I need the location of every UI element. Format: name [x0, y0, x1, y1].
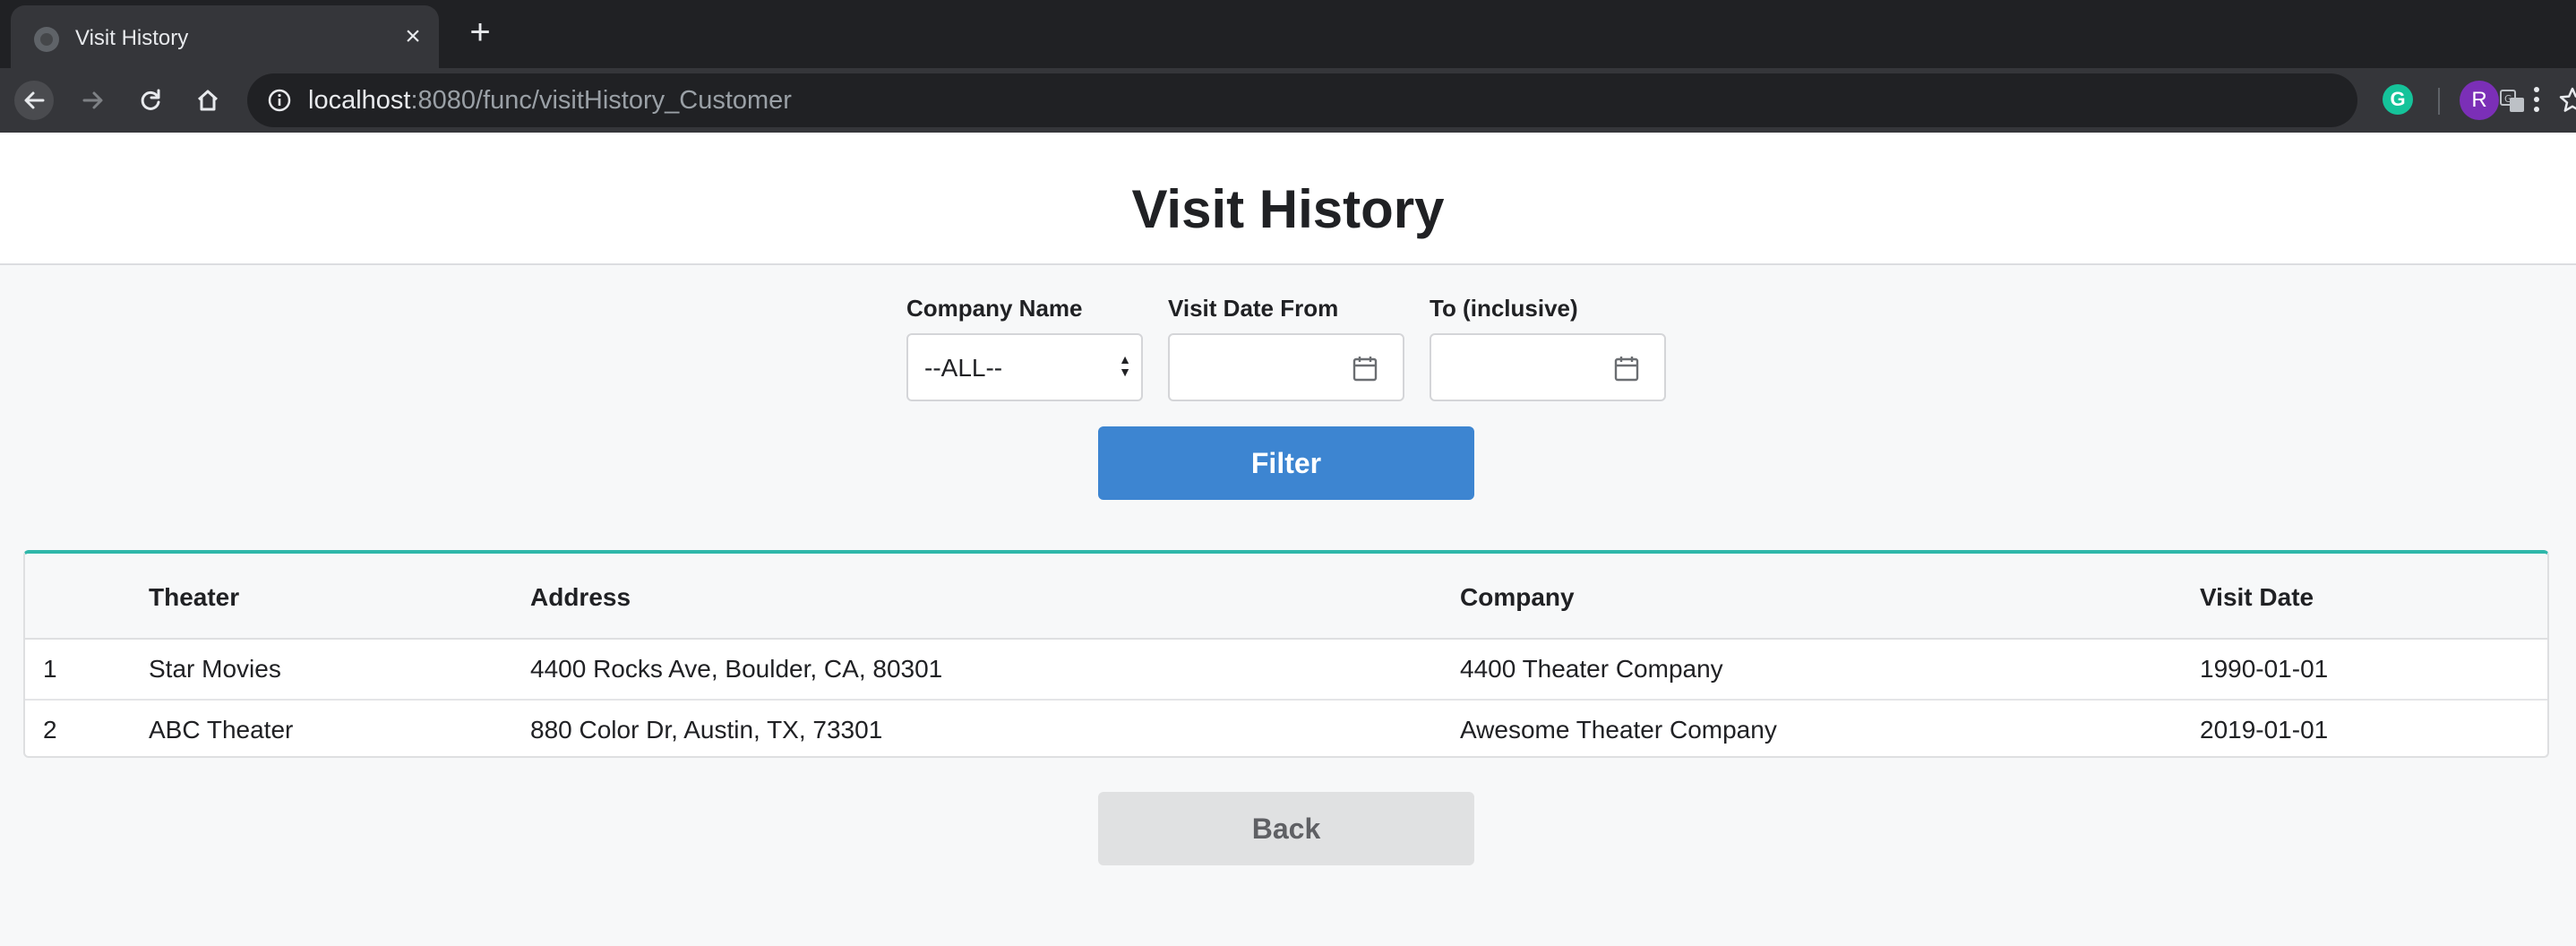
visit-date-from-label: Visit Date From: [1168, 295, 1339, 322]
back-arrow-icon[interactable]: [14, 81, 54, 120]
select-arrows-icon: ▲ ▼: [1119, 352, 1131, 379]
info-icon[interactable]: [267, 88, 292, 113]
address-cell: 4400 Rocks Ave, Boulder, CA, 80301: [530, 655, 943, 683]
theater-cell: Star Movies: [149, 655, 281, 683]
company-name-select[interactable]: --ALL-- ▲ ▼: [906, 333, 1143, 401]
forward-arrow-icon[interactable]: [73, 81, 113, 120]
calendar-icon[interactable]: [1352, 355, 1378, 382]
company-cell: Awesome Theater Company: [1460, 716, 1777, 744]
visit-date-from-input[interactable]: [1168, 333, 1404, 401]
bookmark-star-icon[interactable]: [2558, 86, 2576, 115]
home-icon[interactable]: [188, 81, 228, 120]
reload-icon[interactable]: [131, 81, 170, 120]
page-title: Visit History: [1131, 179, 1445, 239]
translate-icon[interactable]: G: [2499, 88, 2526, 115]
column-header-visit-date[interactable]: Visit Date: [2200, 582, 2314, 613]
theater-cell: ABC Theater: [149, 716, 294, 744]
url-path: :8080/func/visitHistory_Customer: [410, 86, 792, 115]
column-header-company[interactable]: Company: [1460, 582, 1575, 613]
filter-button[interactable]: Filter: [1098, 426, 1474, 500]
visit-date-from-field[interactable]: [1181, 351, 1342, 385]
back-button[interactable]: Back: [1098, 792, 1474, 865]
table-header-row: Theater Address Company Visit Date: [25, 554, 2547, 640]
visit-date-cell: 2019-01-01: [2200, 716, 2329, 744]
visit-date-to-field[interactable]: [1442, 351, 1603, 385]
browser-toolbar: localhost:8080/func/visitHistory_Custome…: [0, 68, 2576, 133]
column-header-address[interactable]: Address: [530, 582, 631, 613]
visit-date-cell: 1990-01-01: [2200, 655, 2329, 683]
page-header: Visit History: [0, 133, 2576, 265]
row-index: 2: [43, 716, 57, 744]
close-tab-icon[interactable]: ×: [399, 23, 426, 50]
company-select-value: --ALL--: [924, 354, 1003, 382]
visit-history-table: Theater Address Company Visit Date 1 Sta…: [23, 550, 2549, 758]
visit-date-to-label: To (inclusive): [1430, 295, 1578, 322]
address-bar[interactable]: localhost:8080/func/visitHistory_Custome…: [247, 73, 2576, 127]
tab-title: Visit History: [75, 26, 189, 50]
visit-date-to-input[interactable]: [1430, 333, 1666, 401]
svg-text:G: G: [2504, 93, 2512, 105]
calendar-icon[interactable]: [1614, 355, 1639, 382]
browser-tab[interactable]: Visit History ×: [11, 5, 439, 68]
column-header-theater[interactable]: Theater: [149, 582, 239, 613]
grammarly-extension-icon[interactable]: G: [2383, 84, 2413, 115]
address-cell: 880 Color Dr, Austin, TX, 73301: [530, 716, 883, 744]
url-host: localhost: [308, 86, 411, 115]
more-menu-icon[interactable]: [2524, 84, 2549, 116]
new-tab-icon[interactable]: +: [464, 14, 496, 50]
table-row[interactable]: 1 Star Movies 4400 Rocks Ave, Boulder, C…: [25, 640, 2547, 701]
globe-icon: [34, 27, 59, 52]
toolbar-divider: [2438, 88, 2440, 115]
company-cell: 4400 Theater Company: [1460, 655, 1723, 683]
browser-tab-strip: Visit History × +: [0, 0, 2576, 68]
url-text[interactable]: localhost:8080/func/visitHistory_Custome…: [308, 86, 792, 115]
table-row[interactable]: 2 ABC Theater 880 Color Dr, Austin, TX, …: [25, 701, 2547, 756]
company-name-label: Company Name: [906, 295, 1083, 322]
profile-avatar[interactable]: R: [2460, 81, 2499, 120]
row-index: 1: [43, 655, 57, 683]
